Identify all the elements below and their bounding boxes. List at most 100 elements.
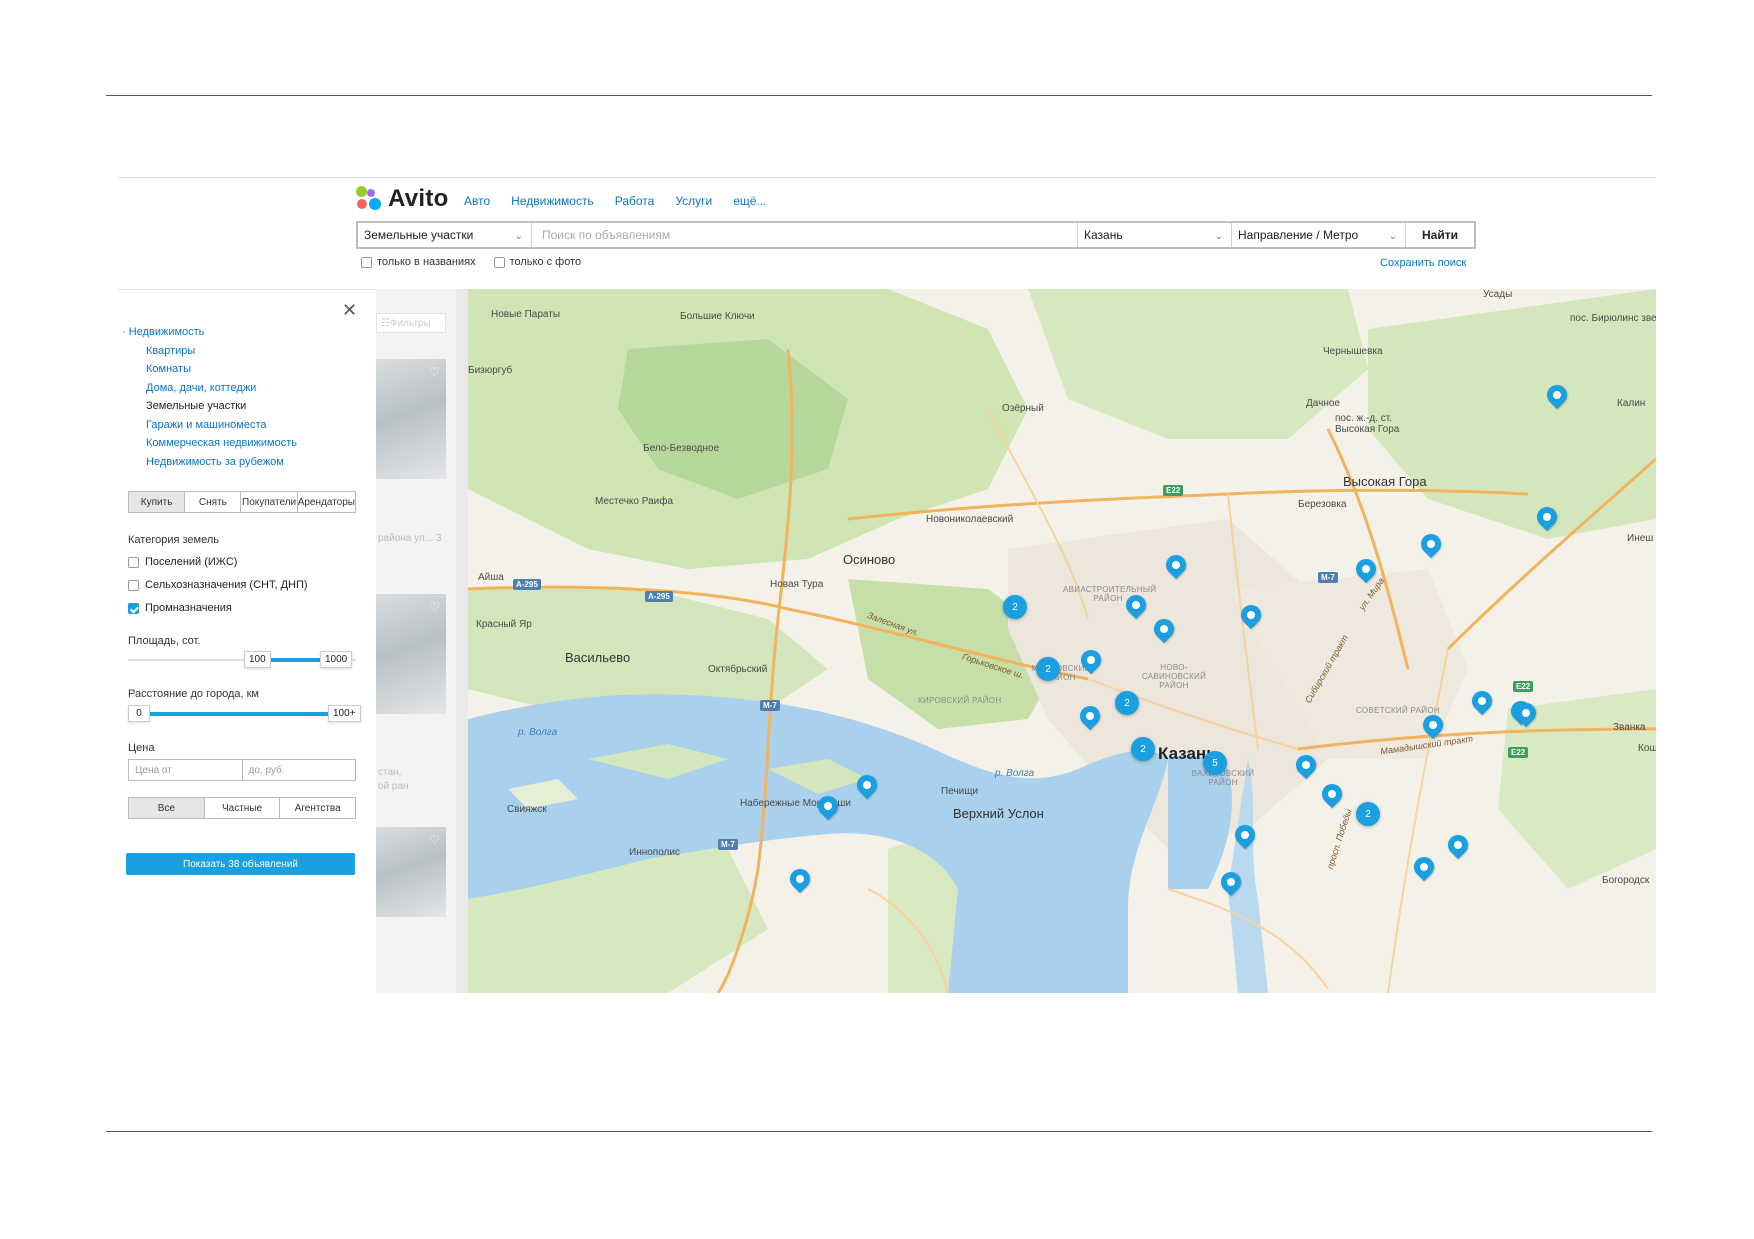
category-item[interactable]: Недвижимость за рубежом xyxy=(122,453,297,472)
tab-tenants[interactable]: Арендаторы xyxy=(298,492,355,512)
place-label: Озёрный xyxy=(1002,403,1044,414)
distance-from-handle[interactable]: 0 xyxy=(128,705,150,722)
nav-jobs[interactable]: Работа xyxy=(615,194,655,208)
land-option[interactable]: Сельхозназначения (СНТ, ДНП) xyxy=(128,579,308,591)
tab-buy[interactable]: Купить xyxy=(129,492,186,512)
close-icon[interactable]: ✕ xyxy=(342,300,357,321)
price-from-input[interactable]: Цена от xyxy=(129,760,243,780)
area-to-handle[interactable]: 1000 xyxy=(320,651,353,668)
map-pin[interactable] xyxy=(1321,784,1343,812)
listing-scrollbar[interactable] xyxy=(456,289,468,993)
land-option[interactable]: Промназначения xyxy=(128,602,232,614)
heart-icon[interactable]: ♡ xyxy=(429,833,440,847)
area-from-handle[interactable]: 100 xyxy=(244,651,271,668)
logo-dots-icon xyxy=(356,186,382,212)
metro-select[interactable]: Направление / Метро ⌄ xyxy=(1232,223,1406,247)
category-item[interactable]: Комнаты xyxy=(122,360,297,379)
listing-photo[interactable]: ♡ xyxy=(376,594,446,714)
land-checkbox-checked[interactable] xyxy=(128,602,139,614)
map-pin[interactable] xyxy=(1471,691,1493,719)
listing-photo[interactable]: ♡ xyxy=(376,827,446,917)
tab-agencies[interactable]: Агентства xyxy=(280,798,355,818)
map-pin[interactable] xyxy=(1447,835,1469,863)
land-option[interactable]: Поселений (ИЖС) xyxy=(128,556,237,568)
heart-icon[interactable]: ♡ xyxy=(429,600,440,614)
land-checkbox[interactable] xyxy=(128,556,139,568)
place-label: Званка xyxy=(1613,722,1646,733)
city-select[interactable]: Казань ⌄ xyxy=(1078,223,1232,247)
map-pin[interactable] xyxy=(1515,703,1537,731)
place-label: Бизюргуб xyxy=(468,365,513,376)
map-pin[interactable] xyxy=(1355,559,1377,587)
listing-photo[interactable]: ♡ xyxy=(376,359,446,479)
map-pin[interactable] xyxy=(856,775,878,803)
only-titles-option[interactable]: только в названиях xyxy=(361,256,476,268)
only-photo-checkbox[interactable] xyxy=(493,256,505,268)
area-slider[interactable]: 100 1000 xyxy=(128,650,356,670)
tab-rent[interactable]: Снять xyxy=(185,492,242,512)
category-select[interactable]: Земельные участки ⌄ xyxy=(358,223,532,247)
place-label: Высокая Гора xyxy=(1343,474,1427,489)
map-pin[interactable] xyxy=(1153,619,1175,647)
nav-auto[interactable]: Авто xyxy=(464,194,490,208)
nav-realty[interactable]: Недвижимость xyxy=(511,194,594,208)
map-pin[interactable] xyxy=(1240,605,1262,633)
category-root[interactable]: · Недвижимость xyxy=(122,323,297,342)
place-label: Васильево xyxy=(565,650,631,665)
only-photo-option[interactable]: только с фото xyxy=(493,256,581,268)
nav-more[interactable]: ещё... xyxy=(733,194,766,208)
listing-column: ☷ Фильтры ♡ района ул... 3 ♡ стан, ой ра… xyxy=(376,289,468,993)
filters-button-label: Фильтры xyxy=(389,317,431,329)
district-label: НОВО-САВИНОВСКИЙ РАЙОН xyxy=(1141,663,1207,690)
river-label: р. Волга xyxy=(995,768,1035,779)
category-item[interactable]: Квартиры xyxy=(122,342,297,361)
nav-services[interactable]: Услуги xyxy=(675,194,712,208)
map-pin[interactable] xyxy=(1546,385,1568,413)
map-pin[interactable] xyxy=(789,869,811,897)
heart-icon[interactable]: ♡ xyxy=(429,365,440,379)
distance-to-handle[interactable]: 100+ xyxy=(328,705,361,722)
map-cluster[interactable]: 2 xyxy=(1131,737,1155,761)
tab-private[interactable]: Частные xyxy=(205,798,281,818)
search-input[interactable]: Поиск по объявлениям xyxy=(532,223,1078,247)
page-top-rule xyxy=(106,95,1652,96)
tab-all[interactable]: Все xyxy=(129,798,205,818)
map-pin[interactable] xyxy=(1125,595,1147,623)
filters-button[interactable]: ☷ Фильтры xyxy=(376,313,446,333)
avito-logo[interactable]: Avito xyxy=(356,185,449,213)
land-checkbox[interactable] xyxy=(128,579,139,591)
category-item[interactable]: Дома, дачи, коттеджи xyxy=(122,379,297,398)
map-pin[interactable] xyxy=(1079,706,1101,734)
map-pin[interactable] xyxy=(1220,872,1242,900)
place-label: Айша xyxy=(478,572,504,583)
map-pin[interactable] xyxy=(1080,650,1102,678)
save-search-link[interactable]: Сохранить поиск xyxy=(1380,257,1466,269)
category-item[interactable]: Коммерческая недвижимость xyxy=(122,434,297,453)
map[interactable]: Новые Параты Большие Ключи Бизюргуб Озёр… xyxy=(468,289,1656,993)
chevron-down-icon: ⌄ xyxy=(1214,231,1223,242)
map-pin[interactable] xyxy=(1420,534,1442,562)
map-pin[interactable] xyxy=(1536,507,1558,535)
map-pin[interactable] xyxy=(817,796,839,824)
map-pin[interactable] xyxy=(1234,825,1256,853)
map-cluster[interactable]: 2 xyxy=(1115,691,1139,715)
place-label: Свияжск xyxy=(507,804,547,815)
map-pin[interactable] xyxy=(1413,857,1435,885)
price-to-input[interactable]: до, руб. xyxy=(243,760,356,780)
search-button[interactable]: Найти xyxy=(1406,223,1474,247)
distance-slider[interactable]: 0 100+ xyxy=(128,704,361,724)
map-pin[interactable] xyxy=(1165,555,1187,583)
map-cluster[interactable]: 2 xyxy=(1003,595,1027,619)
map-pin[interactable] xyxy=(1295,755,1317,783)
map-cluster[interactable]: 2 xyxy=(1356,802,1380,826)
map-cluster[interactable]: 5 xyxy=(1203,751,1227,775)
show-results-button[interactable]: Показать 38 объявлений xyxy=(126,853,355,875)
only-titles-checkbox[interactable] xyxy=(361,256,372,268)
map-pin[interactable] xyxy=(1422,715,1444,743)
map-cluster[interactable]: 2 xyxy=(1036,657,1060,681)
tab-buyers[interactable]: Покупатели xyxy=(241,492,298,512)
category-item-active[interactable]: Земельные участки xyxy=(122,397,297,416)
price-range: Цена от до, руб. xyxy=(128,759,356,781)
category-item[interactable]: Гаражи и машиноместа xyxy=(122,416,297,435)
place-label: пос. ж.-д. ст. Высокая Гора xyxy=(1335,413,1400,435)
